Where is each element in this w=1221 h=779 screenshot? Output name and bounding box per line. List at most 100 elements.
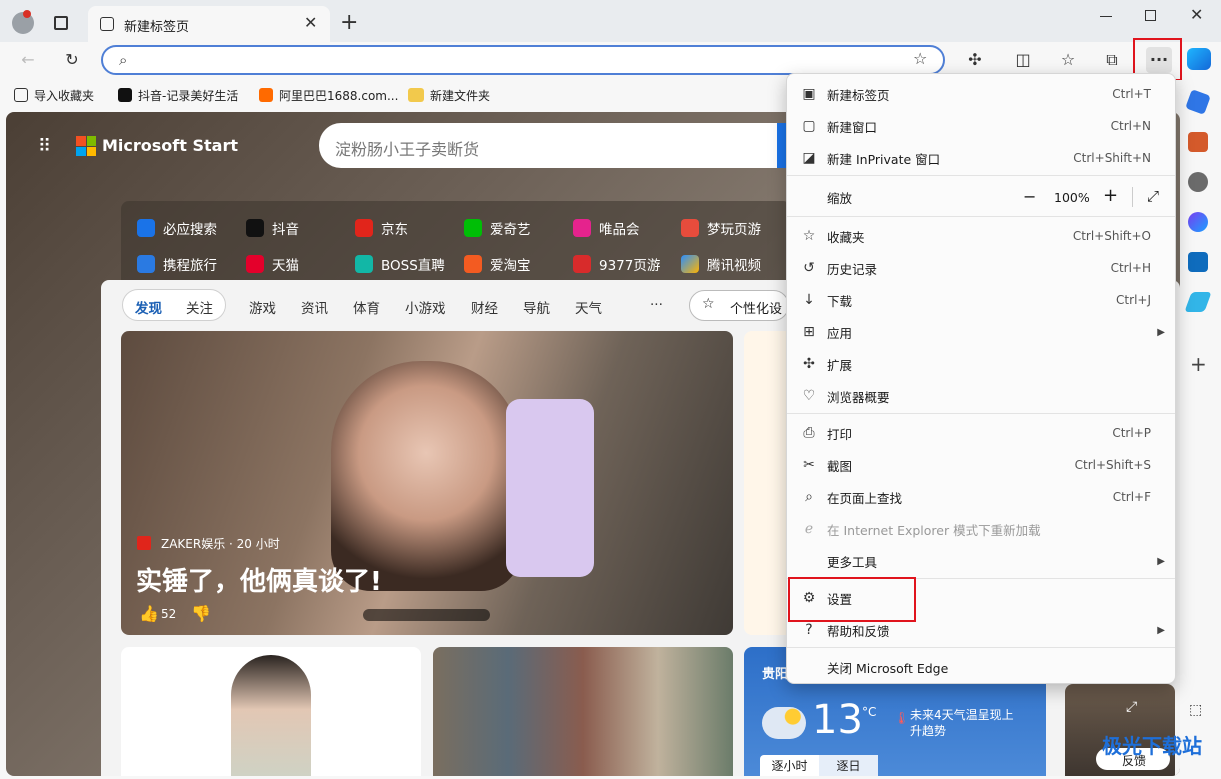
quick-link[interactable]: 爱奇艺: [464, 218, 531, 238]
quick-link[interactable]: BOSS直聘: [355, 254, 445, 274]
feed-tab[interactable]: 财经: [471, 297, 498, 317]
9377-icon: [573, 255, 591, 273]
sidebar-briefcase-icon[interactable]: [1188, 132, 1208, 152]
copilot-icon[interactable]: [1187, 48, 1211, 70]
web-search-box[interactable]: 淀粉肠小王子卖断货: [319, 123, 789, 168]
favorite-star-icon[interactable]: ☆: [913, 49, 927, 68]
maximize-button[interactable]: [1145, 10, 1156, 21]
quick-link[interactable]: 京东: [355, 218, 408, 238]
heart-pulse-icon: ♡: [802, 388, 816, 404]
personalize-star-icon: ☆: [702, 296, 715, 312]
photo-grid-card[interactable]: [433, 647, 733, 776]
menu-new-window[interactable]: ▢ 新建窗口 Ctrl+N: [787, 110, 1175, 142]
quick-link[interactable]: 9377页游: [573, 254, 660, 274]
split-screen-icon[interactable]: ◫: [1013, 50, 1033, 70]
quick-link[interactable]: 梦玩页游: [681, 218, 761, 238]
carousel-indicator[interactable]: [363, 609, 490, 621]
menu-new-tab[interactable]: ▣ 新建标签页 Ctrl+T: [787, 78, 1175, 110]
menu-find-on-page[interactable]: ⌕ 在页面上查找 Ctrl+F: [787, 481, 1175, 513]
menu-print[interactable]: ⎙ 打印 Ctrl+P: [787, 417, 1175, 449]
refresh-icon[interactable]: ↻: [62, 50, 82, 70]
tab-new-tab[interactable]: 新建标签页 ✕: [88, 6, 330, 42]
highlight-settings-item: [788, 577, 916, 622]
tab-discover[interactable]: 发现: [135, 297, 162, 317]
hero-headline[interactable]: 实锤了，他俩真谈了!: [136, 561, 382, 598]
address-bar[interactable]: ⌕ ☆: [101, 45, 945, 75]
close-window-button[interactable]: ✕: [1190, 5, 1203, 24]
feed-tab[interactable]: 小游戏: [405, 297, 446, 317]
fav-douyin[interactable]: 抖音-记录美好生活: [118, 84, 238, 106]
fav-import[interactable]: 导入收藏夹: [14, 84, 94, 106]
personalize-button[interactable]: ☆ 个性化设: [689, 290, 789, 321]
menu-downloads[interactable]: ↓ 下载 Ctrl+J: [787, 284, 1175, 316]
zoom-out-button[interactable]: −: [1023, 187, 1036, 206]
brand-label: Microsoft Start: [102, 136, 238, 155]
quick-link[interactable]: 腾讯视频: [681, 254, 761, 274]
screenshot-icon: ✂: [803, 457, 815, 473]
quick-link[interactable]: 爱淘宝: [464, 254, 531, 274]
hero-card[interactable]: ZAKER娱乐 · 20 小时 实锤了，他俩真谈了! 👍 52 👎: [121, 331, 733, 635]
history-icon: ↺: [803, 260, 815, 276]
phone-case-image: [506, 399, 594, 577]
feed-more-button[interactable]: ···: [650, 297, 663, 313]
extensions-icon[interactable]: ✣: [965, 50, 985, 70]
like-icon[interactable]: 👍: [139, 604, 159, 623]
minimize-button[interactable]: [1100, 16, 1112, 17]
profile-avatar[interactable]: [12, 10, 34, 34]
menu-history[interactable]: ↺ 历史记录 Ctrl+H: [787, 252, 1175, 284]
zaker-icon: [137, 536, 151, 550]
feed-tab[interactable]: 资讯: [301, 297, 328, 317]
menu-screenshot[interactable]: ✂ 截图 Ctrl+Shift+S: [787, 449, 1175, 481]
apps-grid-icon[interactable]: ⠿: [38, 137, 58, 157]
collections-icon[interactable]: ⧉: [1102, 50, 1122, 70]
zoom-separator: [1132, 187, 1133, 207]
new-tab-button[interactable]: +: [340, 10, 358, 35]
tab-hourly[interactable]: 逐小时: [760, 755, 819, 776]
search-box-placeholder: 淀粉肠小王子卖断货: [335, 140, 480, 159]
tab-follow[interactable]: 关注: [186, 297, 213, 317]
menu-close-edge[interactable]: 关闭 Microsoft Edge: [787, 651, 1175, 683]
address-input[interactable]: [143, 50, 903, 70]
menu-more-tools[interactable]: 更多工具 ▶: [787, 545, 1175, 577]
quick-link[interactable]: 抖音: [246, 218, 299, 238]
close-tab-icon[interactable]: ✕: [304, 13, 317, 32]
menu-browser-essentials[interactable]: ♡ 浏览器概要: [787, 380, 1175, 412]
feed-tab[interactable]: 游戏: [249, 297, 276, 317]
sidebar-add-icon[interactable]: +: [1190, 352, 1207, 376]
fav-alibaba[interactable]: 阿里巴巴1688.com...: [259, 84, 398, 106]
expand-icon[interactable]: ⤢: [1126, 699, 1137, 715]
quick-link[interactable]: 唯品会: [573, 218, 640, 238]
menu-inprivate[interactable]: ◪ 新建 InPrivate 窗口 Ctrl+Shift+N: [787, 142, 1175, 174]
feed-tab[interactable]: 天气: [575, 297, 602, 317]
feed-tab[interactable]: 体育: [353, 297, 380, 317]
sidebar-screenshot-icon[interactable]: ⬚: [1189, 702, 1202, 718]
ctrip-icon: [137, 255, 155, 273]
news-card[interactable]: [121, 647, 421, 776]
import-icon: [14, 88, 28, 102]
menu-favorites[interactable]: ☆ 收藏夹 Ctrl+Shift+O: [787, 220, 1175, 252]
weather-unit: °C: [862, 705, 877, 719]
menu-extensions[interactable]: ✣ 扩展: [787, 348, 1175, 380]
quick-link[interactable]: 必应搜索: [137, 218, 217, 238]
weather-alert[interactable]: 未来4天气温呈现上升趋势: [910, 707, 1022, 739]
sidebar-outlook-icon[interactable]: [1188, 252, 1208, 272]
new-tab-icon: ▣: [802, 86, 816, 102]
tmall-icon: [246, 255, 264, 273]
tab-actions-icon[interactable]: [54, 16, 68, 30]
back-icon[interactable]: ←: [18, 50, 38, 70]
menu-apps[interactable]: ⊞ 应用 ▶: [787, 316, 1175, 348]
like-count: 52: [161, 607, 177, 621]
sidebar-chess-icon[interactable]: [1188, 172, 1208, 192]
favorites-icon[interactable]: ☆: [1058, 50, 1078, 70]
fullscreen-icon[interactable]: ⤢: [1147, 187, 1159, 205]
sidebar-m365-icon[interactable]: [1188, 212, 1208, 232]
dislike-icon[interactable]: 👎: [191, 604, 211, 623]
tencent-video-icon: [681, 255, 699, 273]
feed-tab[interactable]: 导航: [523, 297, 550, 317]
fav-folder[interactable]: 新建文件夹: [408, 84, 490, 106]
tab-daily[interactable]: 逐日: [819, 755, 878, 776]
quick-link[interactable]: 天猫: [246, 254, 299, 274]
zoom-in-button[interactable]: +: [1103, 185, 1118, 206]
quick-link[interactable]: 携程旅行: [137, 254, 217, 274]
weather-tabs: 逐小时 逐日: [760, 755, 878, 776]
